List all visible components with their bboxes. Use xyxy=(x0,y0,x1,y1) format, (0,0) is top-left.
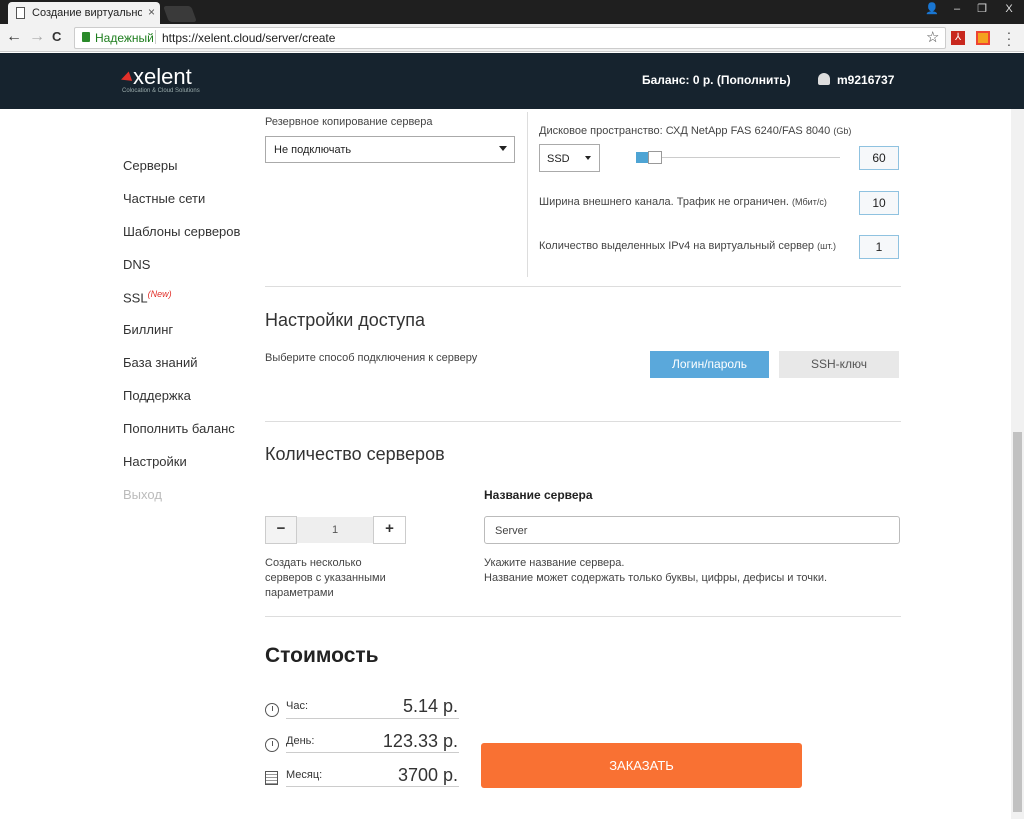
server-name-hint: Укажите название сервера. Название может… xyxy=(484,556,827,586)
ssh-key-button[interactable]: SSH-ключ xyxy=(779,351,899,378)
month-value: 3700 р. xyxy=(397,765,458,785)
new-tab-button[interactable] xyxy=(163,6,197,22)
hour-label: Час: xyxy=(286,700,309,712)
profile-icon[interactable]: 👤 xyxy=(920,0,944,20)
logo[interactable]: xelent xyxy=(133,64,192,90)
count-hint: Создать несколько серверов с указанными … xyxy=(265,556,386,601)
channel-unit: (Мбит/с) xyxy=(792,197,827,207)
url-text[interactable]: https://xelent.cloud/server/create xyxy=(162,31,335,45)
server-count-title: Количество серверов xyxy=(265,444,445,464)
sidebar-item-billing[interactable]: Биллинг xyxy=(123,322,173,337)
disk-type-select[interactable]: SSD xyxy=(539,144,600,172)
count-hint-line: серверов с указанными xyxy=(265,572,386,584)
channel-label-text: Ширина внешнего канала. Трафик не ограни… xyxy=(539,196,789,208)
disk-type-value: SSD xyxy=(547,153,570,165)
ipv4-unit: (шт.) xyxy=(817,241,836,251)
month-label: Месяц: xyxy=(286,769,323,781)
login-password-button[interactable]: Логин/пароль xyxy=(650,351,769,378)
extension-icon[interactable] xyxy=(976,31,990,45)
server-name-label: Название сервера xyxy=(484,488,593,502)
sidebar-item-server-templates[interactable]: Шаблоны серверов xyxy=(123,224,240,239)
ipv4-label: Количество выделенных IPv4 на виртуальны… xyxy=(539,240,836,252)
backup-select-value: Не подключать xyxy=(274,144,352,156)
divider xyxy=(155,30,156,44)
page-icon xyxy=(16,7,25,19)
divider xyxy=(527,112,528,277)
lock-icon xyxy=(82,32,90,42)
sidebar-item-dns[interactable]: DNS xyxy=(123,257,150,272)
ipv4-input[interactable]: 1 xyxy=(859,235,899,259)
divider xyxy=(265,286,901,287)
back-icon[interactable]: ← xyxy=(6,28,22,46)
minimize-button[interactable]: – xyxy=(945,0,969,20)
forward-icon[interactable]: → xyxy=(29,28,45,46)
sidebar-item-private-networks[interactable]: Частные сети xyxy=(123,191,205,206)
calendar-icon xyxy=(265,771,278,785)
hour-value: 5.14 р. xyxy=(402,696,458,716)
channel-input[interactable]: 10 xyxy=(859,191,899,215)
order-button[interactable]: ЗАКАЗАТЬ xyxy=(481,743,802,788)
sidebar-item-settings[interactable]: Настройки xyxy=(123,454,187,469)
clock-icon xyxy=(265,703,279,717)
sidebar-item-knowledge-base[interactable]: База знаний xyxy=(123,355,198,370)
count-hint-line: параметрами xyxy=(265,587,334,599)
secure-label: Надежный xyxy=(95,31,154,45)
disk-label: Дисковое пространство: СХД NetApp FAS 62… xyxy=(539,125,851,137)
balance-link[interactable]: Баланс: 0 р. (Пополнить) xyxy=(642,73,791,87)
clock-icon xyxy=(265,738,279,752)
new-badge: (New) xyxy=(147,289,172,299)
server-name-input[interactable]: Server xyxy=(484,516,900,544)
tab-close-icon[interactable]: × xyxy=(148,5,155,19)
day-value: 123.33 р. xyxy=(382,731,458,751)
divider xyxy=(265,616,901,617)
divider xyxy=(286,718,459,719)
sidebar-item-top-up[interactable]: Пополнить баланс xyxy=(123,421,235,436)
disk-slider-handle[interactable] xyxy=(648,151,662,164)
divider xyxy=(265,421,901,422)
username[interactable]: m9216737 xyxy=(837,73,894,87)
menu-icon[interactable]: · · · xyxy=(1006,25,1012,51)
backup-label: Резервное копирование сервера xyxy=(265,116,433,128)
sidebar-item-logout[interactable]: Выход xyxy=(123,487,162,502)
server-count-input[interactable]: 1 xyxy=(297,517,373,543)
pdf-extension-icon[interactable]: ⅄ xyxy=(951,31,965,45)
cost-title: Стоимость xyxy=(265,644,379,667)
disk-label-text: Дисковое пространство: СХД NetApp FAS 62… xyxy=(539,125,831,137)
increment-button[interactable]: + xyxy=(373,516,406,544)
chevron-down-icon xyxy=(499,146,507,151)
divider xyxy=(286,786,459,787)
chevron-down-icon xyxy=(585,156,591,160)
day-label: День: xyxy=(286,735,315,747)
disk-unit: (Gb) xyxy=(833,126,852,136)
sidebar-item-label: SSL xyxy=(123,290,148,306)
reload-icon[interactable]: C xyxy=(52,28,61,46)
backup-select[interactable]: Не подключать xyxy=(265,136,515,163)
tab-title: Создание виртуального xyxy=(32,7,142,19)
logo-subtitle: Colocation & Cloud Solutions xyxy=(122,88,200,94)
decrement-button[interactable]: − xyxy=(265,516,297,544)
channel-label: Ширина внешнего канала. Трафик не ограни… xyxy=(539,196,827,208)
count-hint-line: Создать несколько xyxy=(265,557,362,569)
sidebar-item-servers[interactable]: Серверы xyxy=(123,158,177,173)
access-title: Настройки доступа xyxy=(265,310,425,330)
disk-size-input[interactable]: 60 xyxy=(859,146,899,170)
maximize-button[interactable]: ❐ xyxy=(970,0,994,20)
sidebar-item-ssl[interactable]: SSL(New) xyxy=(123,289,172,305)
browser-tab[interactable]: Создание виртуального × xyxy=(8,2,160,24)
name-hint-line: Укажите название сервера. xyxy=(484,557,625,569)
close-window-button[interactable]: X xyxy=(994,0,1024,20)
ipv4-label-text: Количество выделенных IPv4 на виртуальны… xyxy=(539,240,815,252)
divider xyxy=(286,752,459,753)
user-icon xyxy=(818,73,830,85)
star-icon[interactable]: ☆ xyxy=(926,28,939,46)
sidebar-item-support[interactable]: Поддержка xyxy=(123,388,191,403)
disk-slider-track[interactable] xyxy=(636,157,840,158)
name-hint-line: Название может содержать только буквы, ц… xyxy=(484,572,828,584)
scrollbar-thumb[interactable] xyxy=(1013,432,1022,812)
access-description: Выберите способ подключения к серверу xyxy=(265,352,478,364)
